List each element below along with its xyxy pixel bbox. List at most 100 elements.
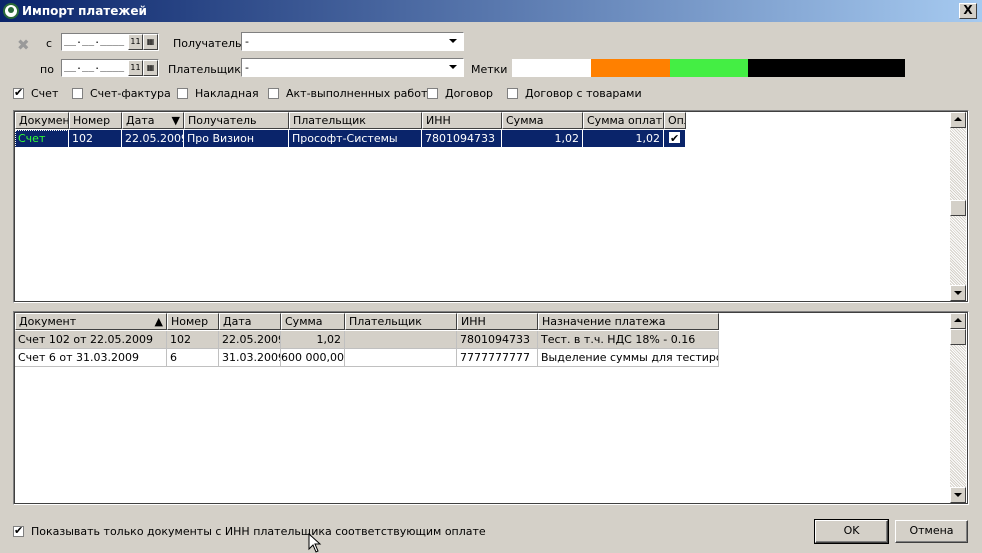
date-from-spin-button[interactable]: 11 — [128, 34, 143, 50]
close-button[interactable]: X — [959, 3, 977, 19]
cancel-button[interactable]: Отмена — [895, 520, 968, 543]
payer-select[interactable]: - — [241, 58, 464, 77]
table-cell-payer[interactable] — [345, 331, 457, 349]
sort-desc-icon: ▼ — [171, 114, 180, 127]
doc-type-label: Договор — [445, 87, 494, 100]
table-cell-document[interactable]: Счет — [15, 130, 69, 148]
clear-filter-icon[interactable]: ✖ — [17, 36, 30, 54]
table-cell-document[interactable]: Счет 6 от 31.03.2009 — [15, 349, 167, 367]
arrow-down-icon — [954, 291, 962, 295]
doc-type-checkbox-tax-invoice[interactable] — [72, 88, 83, 99]
table-cell-inn[interactable]: 7777777777 — [457, 349, 538, 367]
doc-type-label: Накладная — [195, 87, 259, 100]
table-cell-purpose[interactable]: Выделение суммы для тестирован — [538, 349, 719, 367]
column-header-inn[interactable]: ИНН — [422, 112, 502, 129]
table-cell-paid[interactable] — [664, 130, 686, 148]
column-header-sum[interactable]: Сумма — [502, 112, 583, 129]
table-cell-date[interactable]: 22.05.2009 — [219, 331, 281, 349]
doc-type-checkbox-contract-goods[interactable] — [507, 88, 518, 99]
scroll-up-button[interactable] — [950, 313, 966, 329]
payments-grid[interactable]: Документ ▲ Номер Дата Сумма Плательщик И… — [13, 311, 969, 505]
documents-grid-scrollbar[interactable] — [950, 112, 966, 301]
marks-label: Метки — [471, 63, 508, 76]
window-title: Импорт платежей — [22, 4, 147, 18]
table-cell-sum[interactable]: 1,02 — [502, 130, 583, 148]
date-to-field[interactable]: __.__.____ 11 ▦ — [61, 59, 159, 77]
column-header-date-label: Дата — [126, 114, 155, 127]
column-header-number[interactable]: Номер — [69, 112, 122, 129]
arrow-up-icon — [954, 117, 962, 121]
date-from-label: с — [46, 37, 53, 50]
table-cell-sum[interactable]: 1,02 — [281, 331, 345, 349]
doc-type-checkbox-contract[interactable] — [427, 88, 438, 99]
recipient-label: Получатель — [173, 37, 242, 50]
column-header-document[interactable]: Документ ▲ — [15, 313, 167, 330]
date-from-field[interactable]: __.__.____ 11 ▦ — [61, 33, 159, 51]
table-cell-document[interactable]: Счет 102 от 22.05.2009 — [15, 331, 167, 349]
mark-black[interactable] — [748, 59, 905, 77]
sort-asc-icon: ▲ — [154, 315, 163, 328]
date-to-spin-button[interactable]: 11 — [128, 60, 143, 76]
only-matching-inn-checkbox[interactable] — [13, 524, 24, 537]
table-cell-recipient[interactable]: Про Визион — [184, 130, 289, 148]
paid-checkbox[interactable] — [669, 130, 680, 147]
doc-type-label: Акт-выполненных работ — [286, 87, 428, 100]
documents-grid[interactable]: Документ Номер Дата ▼ Получатель Платель… — [13, 110, 969, 303]
doc-type-checkbox-invoice[interactable] — [13, 86, 24, 99]
column-header-paid[interactable]: Опл — [664, 112, 686, 129]
mark-orange[interactable] — [591, 59, 670, 77]
column-header-inn[interactable]: ИНН — [457, 313, 538, 330]
column-header-document-label: Документ — [19, 315, 77, 328]
table-cell-payer[interactable] — [345, 349, 457, 367]
payer-value: - — [245, 61, 249, 74]
mark-green[interactable] — [670, 59, 748, 77]
table-cell-paid-sum[interactable]: 1,02 — [583, 130, 664, 148]
column-header-purpose[interactable]: Назначение платежа — [538, 313, 719, 330]
table-cell-sum[interactable]: 600 000,00 — [281, 349, 345, 367]
table-cell-date[interactable]: 22.05.2009 — [122, 130, 184, 148]
recipient-select[interactable]: - — [241, 32, 464, 51]
column-header-recipient[interactable]: Получатель — [184, 112, 289, 129]
column-header-date[interactable]: Дата — [219, 313, 281, 330]
column-header-paid-sum[interactable]: Сумма оплат — [583, 112, 664, 129]
date-from-calendar-icon[interactable]: ▦ — [143, 34, 158, 50]
column-header-sum[interactable]: Сумма — [281, 313, 345, 330]
ok-button[interactable]: OK — [814, 519, 889, 544]
scroll-thumb[interactable] — [950, 200, 966, 216]
doc-type-checkbox-act[interactable] — [268, 88, 279, 99]
table-cell-number[interactable]: 102 — [69, 130, 122, 148]
doc-type-label: Счет — [31, 87, 59, 100]
column-header-number[interactable]: Номер — [167, 313, 219, 330]
column-header-date[interactable]: Дата ▼ — [122, 112, 184, 129]
column-header-document[interactable]: Документ — [15, 112, 69, 129]
scroll-thumb[interactable] — [950, 329, 966, 345]
scroll-down-button[interactable] — [950, 285, 966, 301]
scroll-down-button[interactable] — [950, 487, 966, 503]
date-to-calendar-icon[interactable]: ▦ — [143, 60, 158, 76]
arrow-down-icon — [954, 493, 962, 497]
mark-white[interactable] — [512, 59, 591, 77]
payments-grid-scrollbar[interactable] — [950, 313, 966, 503]
mouse-cursor-icon — [308, 533, 322, 553]
table-cell-number[interactable]: 6 — [167, 349, 219, 367]
title-bar: Импорт платежей X — [0, 0, 982, 22]
table-cell-number[interactable]: 102 — [167, 331, 219, 349]
table-cell-payer[interactable]: Прософт-Системы — [289, 130, 422, 148]
table-cell-purpose[interactable]: Тест. в т.ч. НДС 18% - 0.16 — [538, 331, 719, 349]
only-matching-inn-label: Показывать только документы с ИНН плател… — [31, 525, 486, 538]
table-cell-inn[interactable]: 7801094733 — [457, 331, 538, 349]
doc-type-label: Договор с товарами — [525, 87, 642, 100]
doc-type-checkbox-waybill[interactable] — [177, 88, 188, 99]
table-cell-date[interactable]: 31.03.2009 — [219, 349, 281, 367]
column-header-payer[interactable]: Плательщик — [289, 112, 422, 129]
column-header-payer[interactable]: Плательщик — [345, 313, 457, 330]
doc-type-label: Счет-фактура — [90, 87, 171, 100]
table-cell-inn[interactable]: 7801094733 — [422, 130, 502, 148]
date-to-value: __.__.____ — [64, 61, 125, 72]
scroll-up-button[interactable] — [950, 112, 966, 128]
app-icon — [3, 3, 19, 19]
date-to-label: по — [40, 63, 54, 76]
chevron-down-icon — [449, 39, 457, 43]
chevron-down-icon — [449, 65, 457, 69]
payer-label: Плательщик — [168, 63, 241, 76]
